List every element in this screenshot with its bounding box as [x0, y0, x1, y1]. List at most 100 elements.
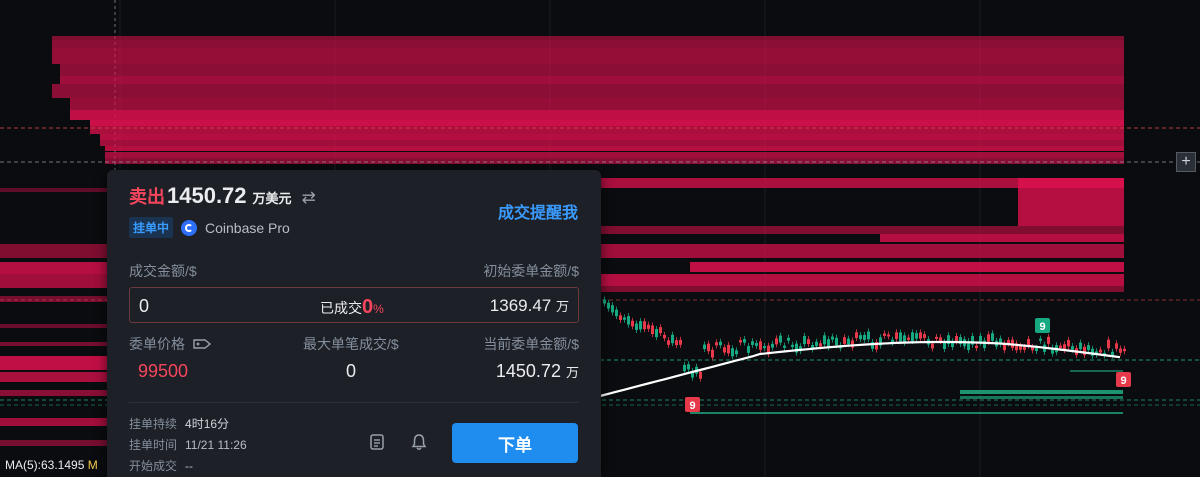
status-badge: 挂单中	[129, 217, 174, 238]
note-icon[interactable]	[368, 433, 388, 453]
place-order-button[interactable]: 下单	[452, 423, 578, 463]
candle-body	[647, 324, 650, 329]
order-amount: 1450.72	[167, 183, 247, 208]
candle-body	[787, 337, 790, 341]
candle-body	[623, 317, 626, 320]
filled-percent-label: 已成交	[320, 300, 362, 316]
candle-body	[731, 348, 734, 357]
current-amount-label: 当前委单金额/$	[483, 336, 579, 352]
buy-wall-bands	[690, 370, 1123, 414]
candle-body	[807, 339, 810, 345]
sell-band	[100, 140, 1124, 146]
sell-band-left	[0, 296, 107, 302]
candle-body	[751, 341, 754, 345]
sell-band-left	[0, 372, 107, 382]
sell-band-left	[0, 390, 107, 396]
sell-band	[90, 120, 1124, 126]
candle-body	[1035, 347, 1038, 352]
candle-body	[867, 331, 870, 340]
current-amount-unit: 万	[565, 365, 579, 380]
candle-body	[643, 321, 646, 330]
exchange-name: Coinbase Pro	[205, 219, 290, 236]
candle-body	[1115, 343, 1118, 349]
candlesticks	[603, 296, 1126, 382]
candle-body	[667, 340, 670, 345]
candle-body	[1119, 348, 1122, 353]
candle-body	[1083, 346, 1086, 356]
candle-body	[1079, 342, 1082, 350]
filled-percent-value: 0	[362, 296, 374, 318]
svg-text:9: 9	[1120, 375, 1126, 387]
sell-band	[105, 146, 1124, 151]
candle-body	[687, 364, 690, 370]
sell-band	[590, 274, 1124, 286]
sell-band-left	[0, 440, 107, 446]
svg-text:9: 9	[689, 400, 695, 412]
sell-band	[690, 262, 1124, 272]
candle-body	[771, 343, 774, 348]
sell-band-left	[0, 244, 107, 258]
duration-label: 挂单持续	[129, 417, 178, 431]
candle-body	[651, 325, 654, 335]
candle-body	[899, 332, 902, 342]
sell-band	[590, 244, 1124, 258]
candle-body	[859, 335, 862, 340]
svg-text:9: 9	[1039, 321, 1045, 333]
duration-row: 挂单持续 4时16分	[129, 415, 229, 432]
sell-band	[105, 152, 1124, 158]
max-fill-label: 最大单笔成交/$	[303, 336, 399, 352]
candle-body	[907, 337, 910, 340]
order-side: 卖出	[129, 187, 165, 207]
sell-band-left	[0, 188, 107, 192]
sell-band	[70, 110, 1124, 120]
candle-body	[675, 340, 678, 346]
bell-icon[interactable]	[410, 433, 430, 453]
candle-body	[1071, 346, 1074, 350]
ma-indicator-label: MA(5):63.1495 M	[5, 458, 98, 472]
initial-amount-number: 1369.47	[489, 296, 552, 315]
candle-body	[611, 305, 614, 313]
candle-body	[911, 332, 914, 342]
candle-body	[663, 334, 666, 339]
coinbase-icon	[181, 219, 198, 236]
initial-amount-label: 初始委单金额/$	[483, 263, 579, 279]
candle-body	[883, 333, 886, 336]
start-fill-value: --	[185, 459, 194, 473]
candle-body	[631, 320, 634, 327]
candle-body	[755, 343, 758, 346]
sell-band	[90, 126, 1124, 134]
candle-body	[931, 343, 934, 349]
candle-body	[627, 316, 630, 325]
candle-body	[779, 335, 782, 343]
candle-body	[723, 347, 726, 353]
candle-body	[847, 338, 850, 345]
fill-alert-link[interactable]: 成交提醒我	[498, 199, 578, 223]
sell-band-left	[0, 342, 107, 346]
candle-body	[703, 344, 706, 350]
current-amount-number: 1450.72	[495, 361, 561, 381]
add-indicator-button[interactable]: +	[1176, 152, 1196, 172]
candle-body	[1027, 338, 1030, 346]
tag-icon[interactable]	[193, 338, 211, 350]
candle-body	[635, 323, 638, 330]
order-title: 卖出 1450.72 万美元 ⇄	[129, 183, 316, 209]
ma-suffix: M	[87, 458, 98, 472]
order-time-label: 挂单时间	[129, 438, 178, 452]
sell-band-left	[0, 262, 107, 274]
candle-body	[607, 302, 610, 309]
candle-body	[855, 332, 858, 339]
order-time-row: 挂单时间 11/21 11:26	[129, 436, 247, 453]
candle-body	[1107, 339, 1110, 349]
ma-value: MA(5):63.1495	[5, 458, 85, 472]
swap-arrows-icon[interactable]: ⇄	[302, 188, 316, 208]
candle-body	[895, 332, 898, 340]
candle-body	[863, 334, 866, 340]
candle-body	[1047, 336, 1050, 344]
start-fill-label: 开始成交	[129, 459, 178, 473]
filled-amount-field[interactable]: 0 已成交0% 1369.47 万	[129, 287, 579, 323]
candle-body	[939, 337, 942, 342]
candle-body	[639, 321, 642, 330]
candle-body	[915, 333, 918, 339]
order-time-value: 11/21 11:26	[185, 438, 247, 452]
candle-body	[991, 333, 994, 341]
